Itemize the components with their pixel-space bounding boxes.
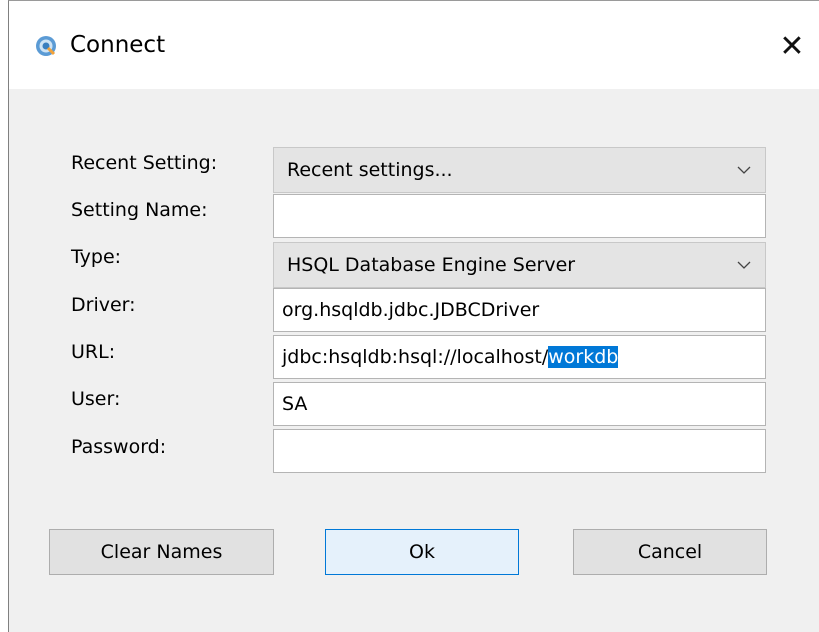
cancel-button[interactable]: Cancel — [573, 529, 767, 575]
url-text: jdbc:hsqldb:hsql://localhost/ — [282, 346, 549, 368]
recent-setting-dropdown[interactable]: Recent settings... — [273, 147, 766, 193]
user-input[interactable]: SA — [273, 382, 766, 426]
type-dropdown[interactable]: HSQL Database Engine Server — [273, 242, 766, 288]
recent-setting-value: Recent settings... — [287, 159, 453, 181]
type-label: Type: — [71, 246, 122, 268]
setting-name-input[interactable] — [273, 194, 766, 238]
connect-dialog: Connect ✕ Recent Setting: Recent setting… — [8, 0, 819, 632]
driver-input[interactable]: org.hsqldb.jdbc.JDBCDriver — [273, 288, 766, 332]
chevron-down-icon — [737, 261, 751, 269]
close-button[interactable]: ✕ — [765, 15, 819, 77]
chevron-down-icon — [737, 166, 751, 174]
recent-setting-label: Recent Setting: — [71, 152, 218, 174]
title-bar: Connect ✕ — [9, 1, 819, 89]
app-icon — [36, 36, 56, 56]
password-input[interactable] — [273, 429, 766, 473]
user-label: User: — [71, 388, 121, 410]
url-selected-text: workdb — [548, 346, 619, 368]
url-input[interactable]: jdbc:hsqldb:hsql://localhost/workdb — [273, 335, 766, 379]
url-label: URL: — [71, 341, 116, 363]
setting-name-label: Setting Name: — [71, 199, 208, 221]
ok-button[interactable]: Ok — [325, 529, 519, 575]
window-title: Connect — [70, 32, 166, 58]
clear-names-button[interactable]: Clear Names — [49, 529, 274, 575]
close-icon: ✕ — [779, 28, 805, 64]
driver-label: Driver: — [71, 294, 136, 316]
password-label: Password: — [71, 436, 167, 458]
type-value: HSQL Database Engine Server — [287, 254, 576, 276]
